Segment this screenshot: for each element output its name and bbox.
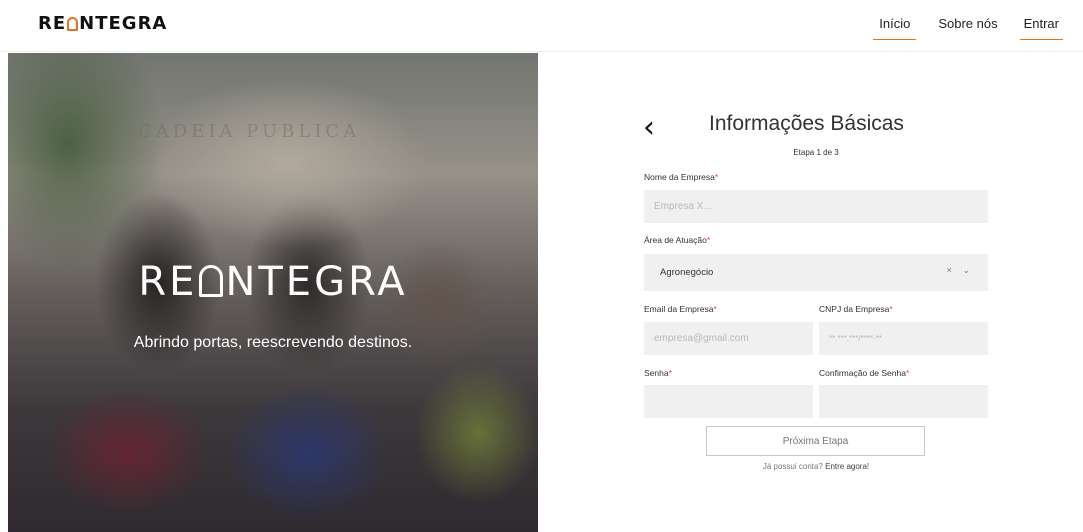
main-nav: Início Sobre nós Entrar — [851, 14, 1063, 40]
company-name-label: Nome da Empresa* — [644, 172, 718, 182]
email-label: Email da Empresa* — [644, 304, 717, 314]
cnpj-input[interactable]: **.***.***/****-** — [819, 322, 988, 355]
required-mark: * — [706, 235, 711, 245]
nav-link-inicio[interactable]: Início — [873, 14, 917, 40]
brand-logo[interactable]: RE NTEGRA — [38, 13, 167, 34]
keyhole-icon — [67, 16, 79, 31]
area-select-value: Agronegócio — [660, 267, 714, 278]
area-label: Área de Atuação* — [644, 235, 710, 245]
hero-keyhole-icon — [199, 265, 224, 297]
login-link[interactable]: Entre agora! — [825, 462, 869, 471]
cnpj-label: CNPJ da Empresa* — [819, 304, 893, 314]
hero-logo-left: RE — [138, 259, 198, 305]
required-mark: * — [905, 368, 910, 378]
password-confirm-input[interactable] — [819, 385, 988, 418]
nav-link-sobre-nos[interactable]: Sobre nós — [938, 14, 997, 40]
email-label-text: Email da Empresa — [644, 304, 714, 314]
required-mark: * — [668, 368, 672, 378]
email-input[interactable]: empresa@gmail.com — [644, 322, 813, 355]
hero-logo-right: NTEGRA — [225, 259, 408, 305]
hero-tagline: Abrindo portas, reescrevendo destinos. — [133, 334, 413, 351]
hero-image-panel: CADEIA PUBLICA RE NTEGRA Abrindo portas, … — [8, 53, 538, 532]
password-input[interactable] — [644, 385, 813, 418]
chevron-down-icon[interactable]: ⌄ — [962, 265, 974, 275]
form-step-indicator: Etapa 1 de 3 — [793, 148, 839, 157]
select-controls: × ⌄ — [947, 265, 974, 276]
area-select[interactable]: Agronegócio × ⌄ — [644, 254, 988, 291]
nav-link-entrar[interactable]: Entrar — [1019, 14, 1063, 40]
form-title: Informações Básicas — [709, 112, 904, 135]
top-header: RE NTEGRA Início Sobre nós Entrar — [0, 0, 1083, 52]
hero-background-sign: CADEIA PUBLICA — [138, 121, 361, 142]
password-confirm-label: Confirmação de Senha* — [819, 368, 909, 378]
required-mark: * — [714, 172, 719, 182]
logo-text-right: NTEGRA — [79, 13, 168, 34]
required-mark: * — [889, 304, 893, 314]
password-label-text: Senha — [644, 368, 669, 378]
password-confirm-label-text: Confirmação de Senha — [819, 368, 906, 378]
company-name-label-text: Nome da Empresa — [644, 172, 715, 182]
back-arrow-icon[interactable]: ‹ — [643, 113, 655, 143]
cnpj-label-text: CNPJ da Empresa — [819, 304, 890, 314]
password-label: Senha* — [644, 368, 672, 378]
logo-text-left: RE — [38, 13, 67, 34]
login-prompt-text: Já possui conta? — [762, 462, 826, 471]
next-step-button[interactable]: Próxima Etapa — [706, 426, 925, 456]
required-mark: * — [713, 304, 717, 314]
hero-logo: RE NTEGRA — [8, 259, 538, 305]
company-name-input[interactable]: Empresa X... — [644, 190, 988, 223]
login-prompt: Já possui conta? Entre agora! — [644, 462, 988, 471]
area-label-text: Área de Atuação — [644, 235, 707, 245]
clear-icon[interactable]: × — [947, 265, 956, 275]
